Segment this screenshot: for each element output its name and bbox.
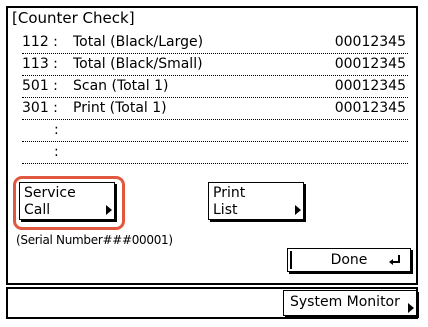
arrow-right-icon <box>295 205 301 215</box>
counter-code: 113 : <box>22 56 58 72</box>
service-call-button[interactable]: Service Call <box>19 182 115 220</box>
counter-value: 00012345 <box>334 100 406 116</box>
counter-row: 501 : Scan (Total 1) 00012345 <box>22 76 408 98</box>
arrow-right-icon <box>106 205 112 215</box>
page-title: [Counter Check] <box>12 9 135 27</box>
counter-code: 301 : <box>22 100 58 116</box>
system-monitor-label: System Monitor <box>290 294 400 310</box>
counter-label: Print (Total 1) <box>73 100 167 116</box>
serial-number: (Serial Number###00001) <box>16 233 173 247</box>
system-monitor-button[interactable]: System Monitor <box>283 290 417 316</box>
counter-value: 00012345 <box>334 56 406 72</box>
counter-label: Total (Black/Small) <box>73 56 203 72</box>
counter-code: 501 : <box>22 78 58 94</box>
print-list-button[interactable]: Print List <box>208 182 304 220</box>
counter-row: 112 : Total (Black/Large) 00012345 <box>22 32 408 54</box>
counter-label: Scan (Total 1) <box>73 78 169 94</box>
enter-return-icon <box>389 255 400 265</box>
counter-row: 113 : Total (Black/Small) 00012345 <box>22 54 408 76</box>
arrow-right-icon <box>408 303 414 313</box>
counter-check-screen: [Counter Check] 112 : Total (Black/Large… <box>0 0 428 327</box>
counter-code: 112 : <box>22 34 58 50</box>
service-call-line1: Service <box>24 185 76 201</box>
counter-value: 00012345 <box>334 78 406 94</box>
service-call-line2: Call <box>24 202 51 218</box>
counter-row: : <box>22 142 408 164</box>
counter-value: 00012345 <box>334 34 406 50</box>
counter-row: 301 : Print (Total 1) 00012345 <box>22 98 408 120</box>
counter-code: : <box>54 144 59 160</box>
print-list-line1: Print <box>213 185 246 201</box>
counter-row: : <box>22 120 408 142</box>
print-list-line2: List <box>213 202 238 218</box>
done-button[interactable]: Done <box>287 248 411 272</box>
counter-label: Total (Black/Large) <box>73 34 204 50</box>
counter-code: : <box>54 122 59 138</box>
